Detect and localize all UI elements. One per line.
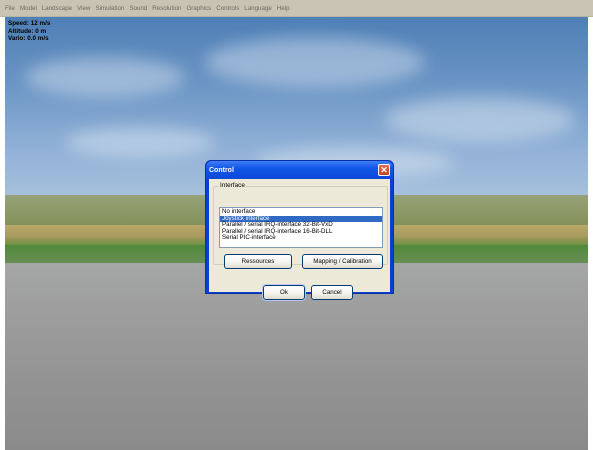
interface-listbox[interactable]: No interface Joystick interface Parallel…	[219, 207, 383, 248]
menu-file[interactable]: File	[5, 5, 15, 12]
menu-landscape[interactable]: Landscape	[42, 5, 72, 12]
menu-help[interactable]: Help	[277, 5, 290, 12]
dialog-title-bar[interactable]: Control ✕	[206, 161, 393, 179]
interface-group-label: Interface	[219, 182, 246, 189]
altitude-readout: Altitude: 0 m	[8, 27, 47, 35]
menu-controls[interactable]: Controls	[216, 5, 239, 12]
menu-graphics[interactable]: Graphics	[186, 5, 211, 12]
speed-readout: Speed: 12 m/s	[8, 20, 51, 27]
control-dialog: Control ✕ Interface No interface Joystic…	[205, 160, 394, 301]
list-item[interactable]: Serial PIC-interface	[220, 235, 382, 242]
ok-button[interactable]: Ok	[262, 284, 306, 301]
mapping-calibration-button[interactable]: Mapping / Calibration	[302, 254, 383, 269]
menu-sound[interactable]: Sound	[129, 5, 147, 12]
resources-button[interactable]: Ressources	[224, 254, 292, 269]
flight-hud: Speed: 12 m/s Altitude: 0 m Vario: 0.0 m…	[8, 20, 50, 43]
dialog-title: Control	[209, 166, 234, 174]
close-icon[interactable]: ✕	[378, 164, 390, 176]
menu-language[interactable]: Language	[244, 5, 272, 12]
menu-view[interactable]: View	[77, 5, 90, 12]
menu-simulation[interactable]: Simulation	[95, 5, 124, 12]
menu-resolution[interactable]: Resolution	[152, 5, 181, 12]
vario-readout: Vario: 0.0 m/s	[8, 35, 49, 43]
menu-bar: File Model Landscape View Simulation Sou…	[0, 0, 593, 17]
menu-model[interactable]: Model	[20, 5, 37, 12]
dialog-body: Interface No interface Joystick interfac…	[209, 179, 390, 301]
cancel-button[interactable]: Cancel	[311, 285, 353, 300]
